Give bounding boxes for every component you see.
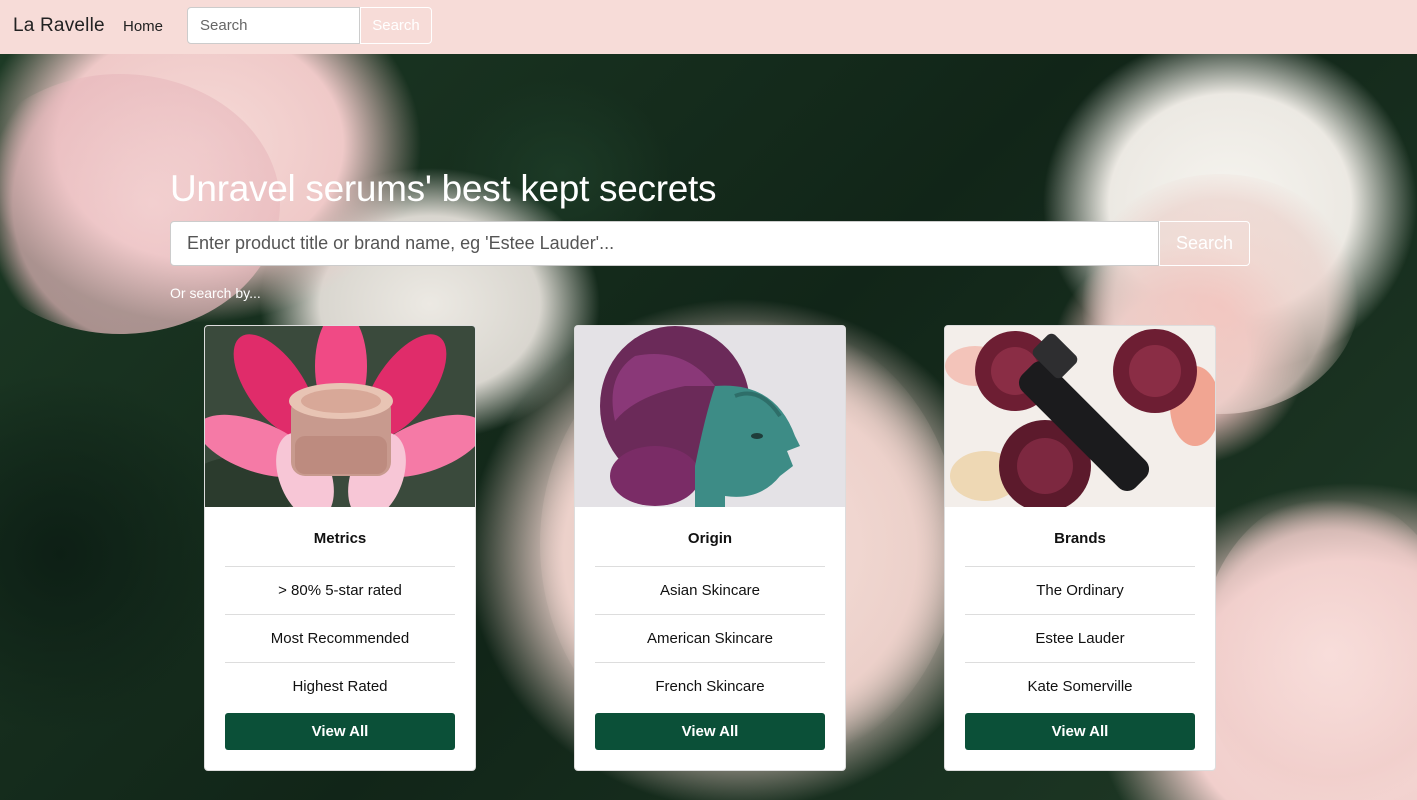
nav-home-link[interactable]: Home <box>123 18 163 35</box>
card-list-item[interactable]: The Ordinary <box>965 566 1195 614</box>
hero-title: Unravel serums' best kept secrets <box>170 168 717 209</box>
view-all-button[interactable]: View All <box>595 713 825 750</box>
card-list-item[interactable]: Kate Somerville <box>965 662 1195 710</box>
card-list-item[interactable]: Most Recommended <box>225 614 455 662</box>
hero-search-input[interactable] <box>170 221 1159 266</box>
hero-search-button[interactable]: Search <box>1159 221 1250 266</box>
card-list-item[interactable]: > 80% 5-star rated <box>225 566 455 614</box>
card-title: Origin <box>687 530 733 547</box>
card-title: Brands <box>1054 530 1106 547</box>
card-list-item[interactable]: Highest Rated <box>225 662 455 710</box>
nav-search-input[interactable] <box>187 7 360 44</box>
card-image-cream-jar <box>205 326 475 507</box>
rose-decoration <box>1200 494 1417 800</box>
card-list-item[interactable]: French Skincare <box>595 662 825 710</box>
card-origin: Origin Asian Skincare American Skincare … <box>574 325 846 771</box>
card-brands: Brands The Ordinary Estee Lauder Kate So… <box>944 325 1216 771</box>
or-search-by-label: Or search by... <box>170 285 261 301</box>
card-list-item[interactable]: Estee Lauder <box>965 614 1195 662</box>
card-image-portrait <box>575 326 845 507</box>
view-all-button[interactable]: View All <box>225 713 455 750</box>
card-metrics: Metrics > 80% 5-star rated Most Recommen… <box>204 325 476 771</box>
navbar: La Ravelle Home Search <box>0 0 1417 54</box>
card-list-item[interactable]: Asian Skincare <box>595 566 825 614</box>
card-title: Metrics <box>313 530 367 547</box>
brand-logo[interactable]: La Ravelle <box>13 15 105 37</box>
view-all-button[interactable]: View All <box>965 713 1195 750</box>
card-image-roses-bottle <box>945 326 1215 507</box>
nav-search-button[interactable]: Search <box>360 7 432 44</box>
card-list-item[interactable]: American Skincare <box>595 614 825 662</box>
